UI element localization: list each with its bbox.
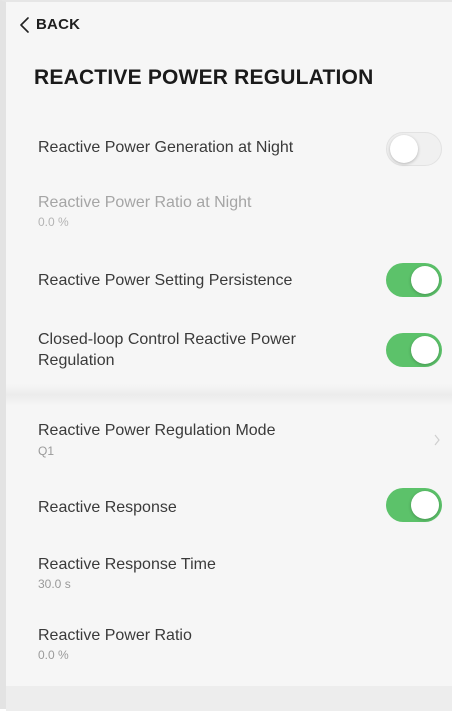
setting-row-closed-loop: Closed-loop Control Reactive Power Regul…: [6, 326, 452, 378]
setting-label: Reactive Power Generation at Night: [38, 139, 294, 156]
setting-row-response-time[interactable]: Reactive Response Time 30.0 s: [6, 552, 452, 598]
toggle-knob: [411, 491, 439, 519]
toggle-knob: [390, 135, 418, 163]
setting-value: 0.0 %: [38, 648, 69, 662]
setting-value: 30.0 s: [38, 577, 71, 591]
setting-label: Reactive Power Regulation Mode: [38, 422, 276, 439]
setting-label: Reactive Power Ratio at Night: [38, 194, 252, 211]
closed-loop-toggle[interactable]: [386, 333, 442, 367]
setting-label: Reactive Response: [38, 499, 177, 516]
setting-row-night-ratio[interactable]: Reactive Power Ratio at Night 0.0 %: [6, 190, 452, 236]
setting-label: Reactive Response Time: [38, 556, 216, 573]
setting-label: Reactive Power Setting Persistence: [38, 272, 293, 289]
page-title: REACTIVE POWER REGULATION: [34, 66, 374, 89]
toggle-knob: [411, 336, 439, 364]
setting-row-persistence: Reactive Power Setting Persistence: [6, 260, 452, 304]
bottom-band: [6, 686, 452, 711]
persistence-toggle[interactable]: [386, 263, 442, 297]
setting-row-power-ratio[interactable]: Reactive Power Ratio 0.0 %: [6, 623, 452, 669]
chevron-left-icon: [20, 16, 29, 33]
setting-row-night-generation: Reactive Power Generation at Night: [6, 127, 452, 171]
setting-row-reactive-response: Reactive Response: [6, 486, 452, 530]
toggle-knob: [411, 266, 439, 294]
section-divider: [6, 384, 452, 406]
setting-label-line2: Regulation: [38, 352, 115, 369]
chevron-right-icon: [434, 434, 440, 446]
setting-value: 0.0 %: [38, 215, 69, 229]
night-generation-toggle[interactable]: [386, 132, 442, 166]
setting-row-regulation-mode[interactable]: Reactive Power Regulation Mode Q1: [6, 418, 452, 464]
setting-label-line1: Closed-loop Control Reactive Power: [38, 331, 296, 348]
back-button[interactable]: BACK: [20, 16, 80, 33]
setting-label: Reactive Power Ratio: [38, 627, 192, 644]
screen: BACK REACTIVE POWER REGULATION Reactive …: [0, 0, 452, 711]
back-label: BACK: [36, 16, 81, 33]
setting-value: Q1: [38, 444, 55, 458]
reactive-response-toggle[interactable]: [386, 488, 442, 522]
